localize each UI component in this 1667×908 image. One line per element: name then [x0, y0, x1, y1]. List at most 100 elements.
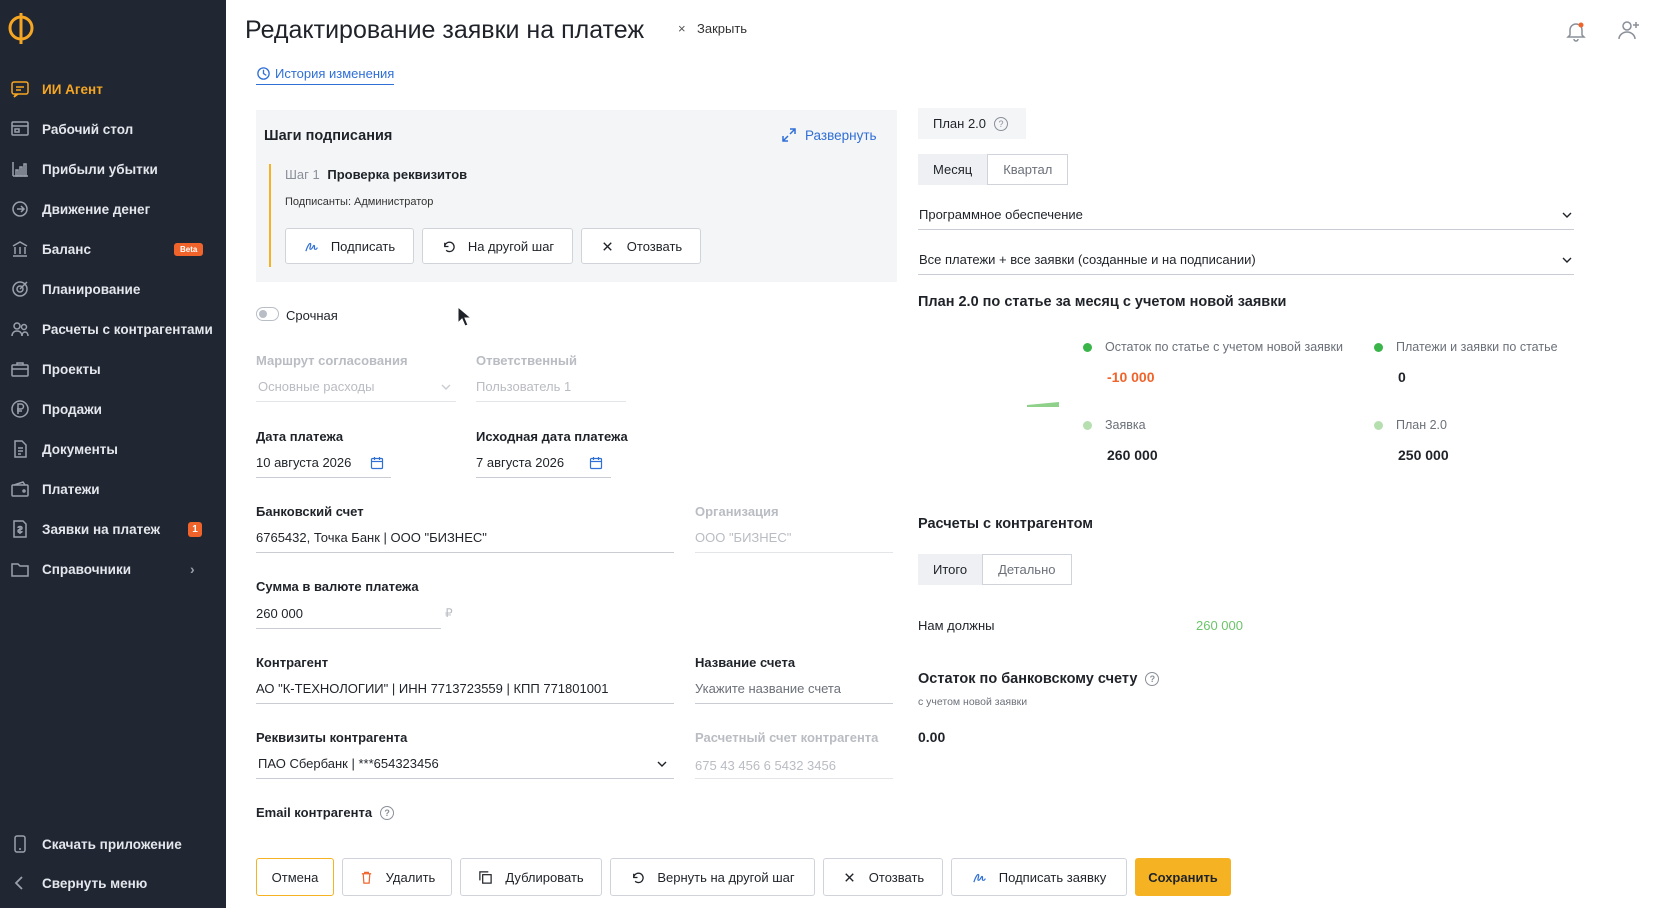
article-select[interactable]: Программное обеспечение: [919, 207, 1083, 222]
duplicate-label: Дублировать: [505, 869, 584, 885]
chevron-left-icon: [9, 872, 31, 894]
original-date-input[interactable]: 7 августа 2026: [476, 455, 564, 470]
close-icon[interactable]: ×: [678, 21, 686, 36]
filter-select[interactable]: Все платежи + все заявки (созданные и на…: [919, 252, 1256, 267]
sign-step-label: Подписать: [330, 238, 396, 254]
sidebar-item-requests[interactable]: Заявки на платеж 1: [0, 511, 226, 547]
sidebar-item-projects[interactable]: Проекты: [0, 351, 226, 387]
delete-button[interactable]: Удалить: [342, 858, 452, 896]
plan-badge: План 2.0 ?: [918, 108, 1026, 139]
history-link[interactable]: История изменения: [256, 66, 395, 85]
sum-underline: [256, 628, 441, 629]
sign-step-button[interactable]: Подписать: [285, 228, 414, 264]
help-icon[interactable]: ?: [1145, 672, 1160, 686]
legend-remaining-label: Остаток по статье с учетом новой заявки: [1105, 340, 1344, 354]
sidebar-item-directories[interactable]: Справочники ›: [0, 551, 226, 587]
sidebar-item-profit-loss[interactable]: Прибыли убытки: [0, 151, 226, 187]
bank-account-select[interactable]: 6765432, Точка Банк | ООО "БИЗНЕС": [256, 530, 487, 545]
email-label: Email контрагента ?: [256, 805, 395, 820]
sidebar-item-payments[interactable]: Платежи: [0, 471, 226, 507]
save-button[interactable]: Сохранить: [1135, 858, 1231, 896]
sidebar-item-balance[interactable]: Баланс Beta: [0, 231, 226, 267]
responsible-field: Пользователь 1: [476, 379, 572, 394]
sidebar-item-ai-agent[interactable]: ИИ Агент: [0, 71, 226, 107]
bank-account-label: Банковский счет: [256, 504, 364, 519]
help-icon[interactable]: ?: [994, 116, 1009, 131]
requests-icon: [9, 518, 31, 540]
revoke-step-label: Отозвать: [626, 238, 683, 254]
urgent-toggle[interactable]: [256, 307, 279, 321]
sidebar-item-label: Прибыли убытки: [42, 161, 158, 177]
chevron-down-icon[interactable]: [655, 757, 669, 771]
signature-icon: [973, 873, 986, 882]
urgent-label: Срочная: [286, 308, 338, 323]
sidebar-item-label: Платежи: [42, 481, 100, 497]
payments-value: 0: [1398, 369, 1406, 385]
legend-payments-label: Платежи и заявки по статье: [1396, 340, 1558, 354]
legend-plan-label: План 2.0: [1396, 418, 1447, 432]
desktop-icon: [9, 118, 31, 140]
sidebar-item-label: Движение денег: [42, 201, 151, 217]
revoke-step-button[interactable]: Отозвать: [581, 228, 701, 264]
contractor-label: Контрагент: [256, 655, 329, 670]
signing-steps-title: Шаги подписания: [264, 128, 393, 144]
money-flow-icon: [9, 198, 31, 220]
sidebar-item-sales[interactable]: Продажи: [0, 391, 226, 427]
contractor-select[interactable]: АО "К-ТЕХНОЛОГИИ" | ИНН 7713723559 | КПП…: [256, 681, 608, 696]
sidebar-item-label: Баланс: [42, 241, 91, 257]
sum-input[interactable]: 260 000: [256, 606, 303, 621]
documents-icon: [9, 438, 31, 460]
legend-remaining: Остаток по статье с учетом новой заявки: [1083, 340, 1343, 354]
payment-date-input[interactable]: 10 августа 2026: [256, 455, 351, 470]
sidebar-item-planning[interactable]: Планирование: [0, 271, 226, 307]
chevron-down-icon: [441, 384, 451, 390]
cancel-button[interactable]: Отмена: [256, 858, 334, 896]
chevron-down-icon[interactable]: [1560, 208, 1574, 222]
download-app-button[interactable]: Скачать приложение: [0, 826, 226, 862]
bell-icon[interactable]: [1565, 20, 1587, 42]
contractors-icon: [9, 318, 31, 340]
calendar-icon[interactable]: [589, 456, 603, 470]
sidebar-item-contractors[interactable]: Расчеты с контрагентами: [0, 311, 226, 347]
requisites-select[interactable]: ПАО Сбербанк | ***654323456: [258, 756, 439, 771]
history-link-label: История изменения: [275, 66, 395, 81]
bank-account-underline: [256, 552, 674, 553]
help-icon[interactable]: ?: [380, 805, 395, 820]
organization-underline: [695, 552, 893, 553]
tab-detail[interactable]: Детально: [982, 554, 1072, 585]
sidebar-item-money-flow[interactable]: Движение денег: [0, 191, 226, 227]
close-button[interactable]: Закрыть: [697, 21, 747, 36]
settlements-title: Расчеты с контрагентом: [918, 516, 1093, 532]
sidebar-item-documents[interactable]: Документы: [0, 431, 226, 467]
duplicate-button[interactable]: Дублировать: [460, 858, 602, 896]
sum-label: Сумма в валюте платежа: [256, 579, 419, 594]
ai-agent-icon: [9, 78, 31, 100]
sign-request-button[interactable]: Подписать заявку: [951, 858, 1127, 896]
owed-label: Нам должны: [918, 618, 995, 633]
invoice-name-input[interactable]: Укажите название счета: [695, 681, 841, 696]
add-user-icon[interactable]: [1617, 18, 1641, 42]
tab-month[interactable]: Месяц: [918, 154, 988, 185]
return-step-button[interactable]: Вернуть на другой шаг: [610, 858, 815, 896]
undo-icon: [633, 872, 645, 883]
route-underline: [256, 401, 456, 402]
sidebar-item-desktop[interactable]: Рабочий стол: [0, 111, 226, 147]
app-logo-icon[interactable]: [4, 10, 38, 46]
chevron-down-icon[interactable]: [1560, 253, 1574, 267]
projects-icon: [9, 358, 31, 380]
original-date-label: Исходная дата платежа: [476, 429, 628, 444]
step-name: Проверка реквизитов: [327, 167, 468, 182]
tab-total[interactable]: Итого: [918, 554, 983, 585]
expand-icon: [782, 128, 796, 142]
tab-quarter[interactable]: Квартал: [987, 154, 1069, 185]
other-step-button[interactable]: На другой шаг: [422, 228, 573, 264]
step-indicator-bar: [269, 164, 271, 267]
currency-symbol: ₽: [445, 606, 453, 620]
chart-icon: [9, 158, 31, 180]
collapse-menu-button[interactable]: Свернуть меню: [0, 865, 226, 901]
expand-button[interactable]: Развернуть: [781, 127, 877, 143]
calendar-icon[interactable]: [370, 456, 384, 470]
revoke-button[interactable]: Отозвать: [823, 858, 943, 896]
bank-balance-title-text: Остаток по банковскому счету: [918, 671, 1138, 687]
step-title: Шаг 1 Проверка реквизитов: [285, 167, 467, 182]
